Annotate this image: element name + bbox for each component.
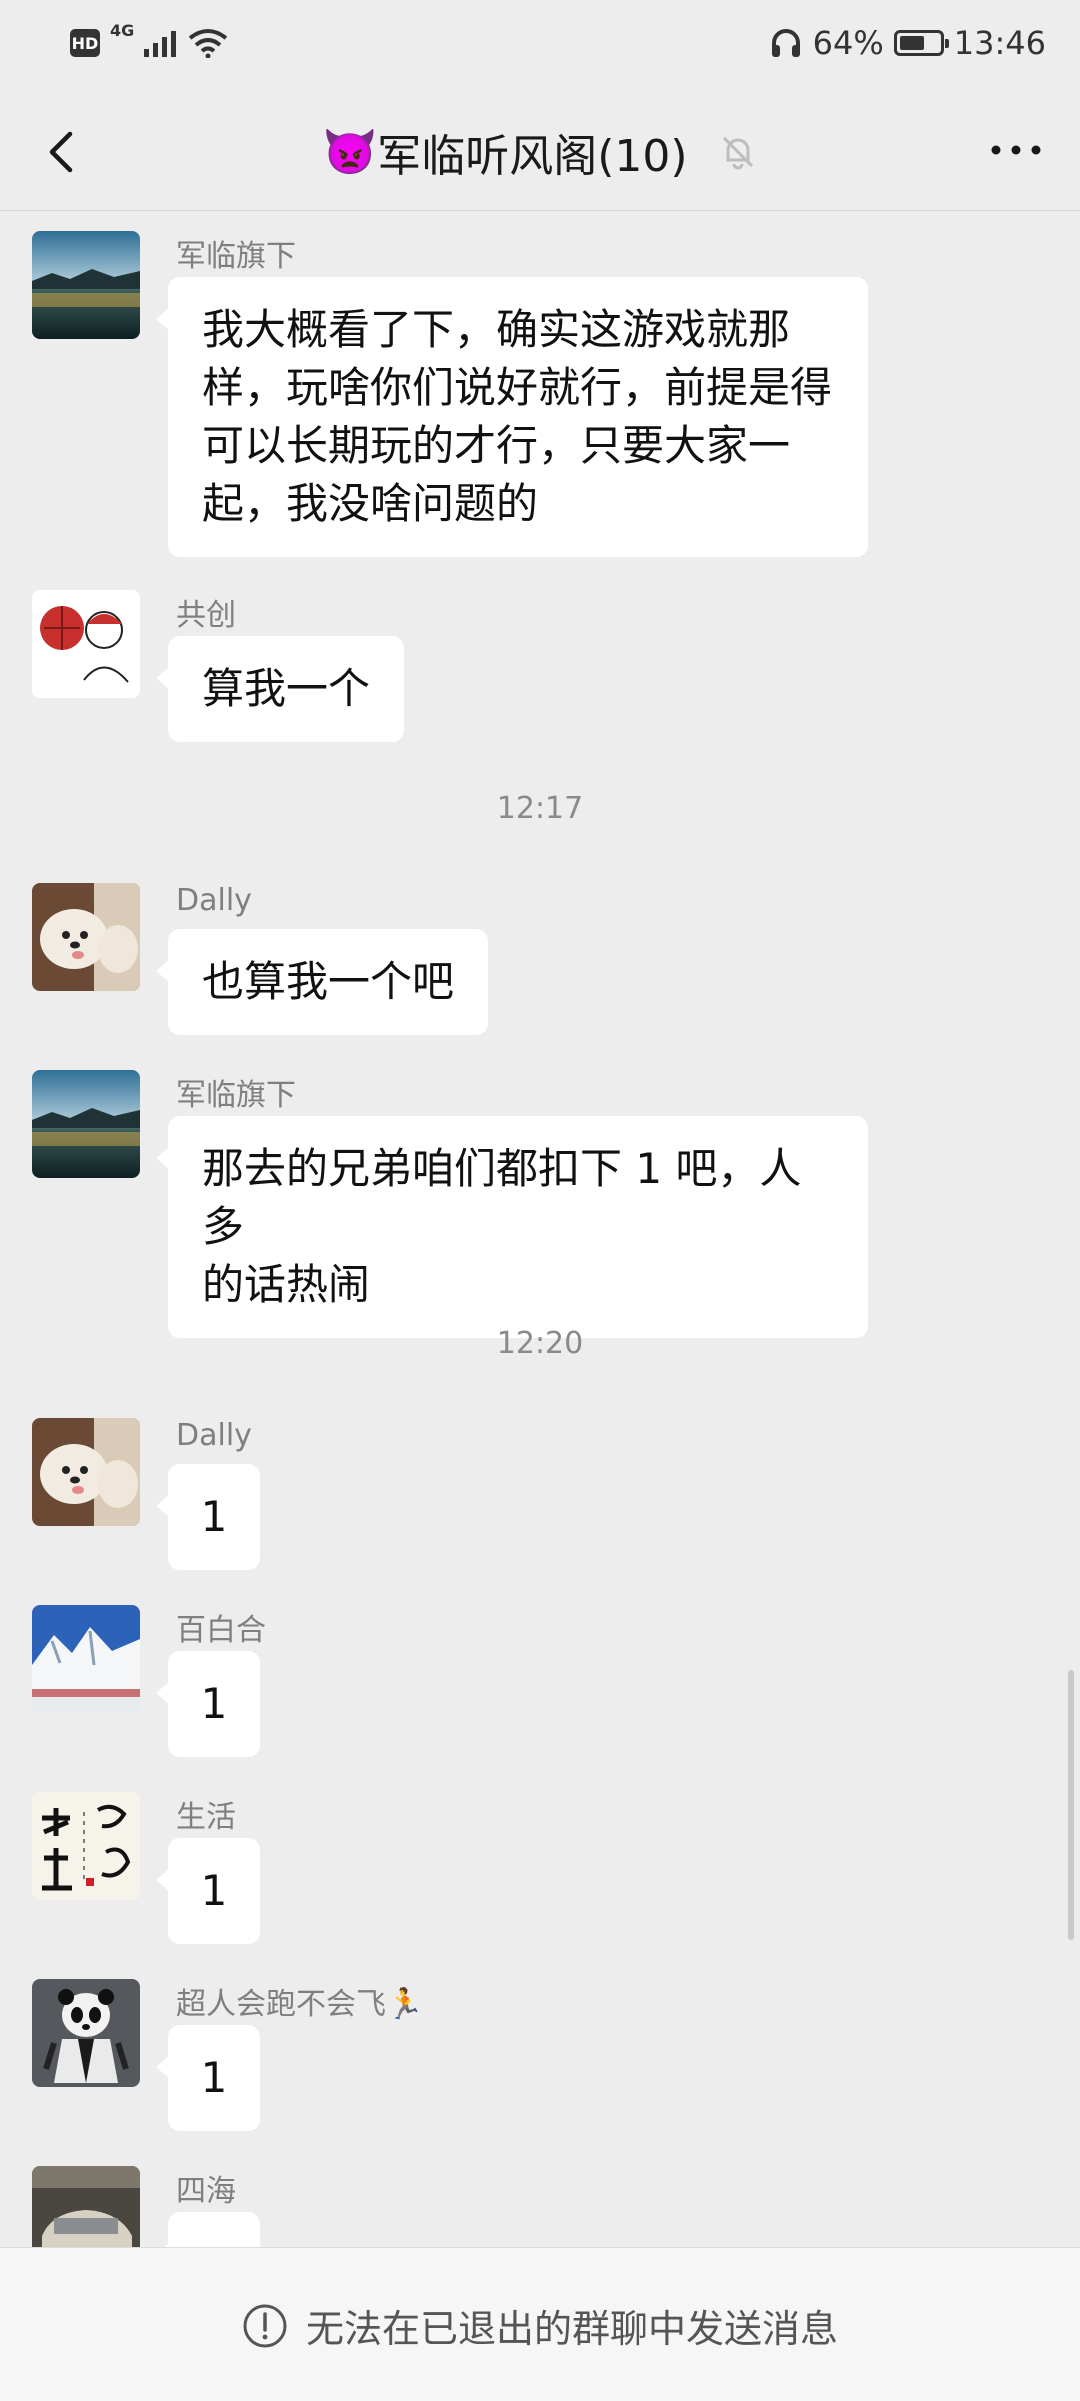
status-left: HD 4G xyxy=(70,23,228,58)
clock: 13:46 xyxy=(953,24,1046,62)
bell-off-icon xyxy=(722,136,753,170)
chat-title: 军临听风阁(10) xyxy=(377,131,688,182)
notice-text: 无法在已退出的群聊中发送消息 xyxy=(305,2307,838,2351)
timestamp: 12:20 xyxy=(496,1326,584,1361)
sender-name: 军临旗下 xyxy=(176,239,296,274)
message-bubble[interactable]: 1 xyxy=(156,2025,260,2131)
message-line: 1 xyxy=(200,1866,228,1915)
avatar[interactable] xyxy=(32,2166,140,2247)
avatar[interactable] xyxy=(32,231,140,339)
sender-name: 百白合 xyxy=(176,1613,266,1648)
message-line: 1 xyxy=(200,1492,228,1541)
avatar[interactable] xyxy=(32,1418,140,1526)
message-line: 那去的兄弟咱们都扣下 1 吧，人多 xyxy=(202,1144,802,1251)
timestamp: 12:17 xyxy=(496,791,584,826)
message-line: 可以长期玩的才行，只要大家一 xyxy=(202,421,791,470)
sender-name: 超人会跑不会飞🏃 xyxy=(176,1987,424,2022)
sender-name: Dally xyxy=(176,883,252,918)
status-right: 64% 13:46 xyxy=(769,24,1046,62)
avatar[interactable] xyxy=(32,590,140,698)
chat-title-area[interactable]: 👿军临听风阁(10) xyxy=(0,120,1080,184)
message-line: 的话热闹 xyxy=(202,1260,371,1309)
sender-name: Dally xyxy=(176,1418,252,1453)
exclamation-circle-icon xyxy=(243,2304,287,2347)
avatar[interactable] xyxy=(32,1792,140,1900)
message-line: 1 xyxy=(200,2053,228,2102)
wifi-icon xyxy=(189,29,228,58)
message-bubble[interactable]: 我大概看了下，确实这游戏就那 样，玩啥你们说好就行，前提是得 可以长期玩的才行，… xyxy=(156,277,868,557)
hd-badge: HD xyxy=(70,29,100,57)
sender-name: 生活 xyxy=(176,1800,236,1835)
sender-name: 共创 xyxy=(176,598,236,633)
avatar[interactable] xyxy=(32,1979,140,2087)
message-bubble[interactable]: 算我一个 xyxy=(155,636,405,742)
message-bubble[interactable] xyxy=(156,2212,260,2247)
notice: 无法在已退出的群聊中发送消息 xyxy=(0,2298,1080,2353)
sender-name: 四海 xyxy=(176,2174,236,2209)
message-line: 起，我没啥问题的 xyxy=(202,479,539,528)
network-type: 4G xyxy=(110,21,135,40)
more-icon xyxy=(991,145,1041,155)
message-bubble[interactable]: 1 xyxy=(156,1838,260,1944)
message-line: 算我一个 xyxy=(202,664,371,713)
avatar[interactable] xyxy=(32,883,140,991)
message-bubble[interactable]: 1 xyxy=(156,1464,260,1570)
message-line: 1 xyxy=(200,1679,228,1728)
message-line: 样，玩啥你们说好就行，前提是得 xyxy=(202,363,833,412)
avatar[interactable] xyxy=(32,1070,140,1178)
input-disabled-footer: 无法在已退出的群聊中发送消息 xyxy=(0,2247,1080,2401)
message-line: 也算我一个吧 xyxy=(202,957,455,1006)
sender-name: 军临旗下 xyxy=(176,1078,296,1113)
more-button[interactable] xyxy=(986,130,1046,170)
battery-icon xyxy=(893,30,949,56)
headphones-icon xyxy=(771,29,800,57)
battery-percent: 64% xyxy=(812,24,884,62)
message-bubble[interactable]: 那去的兄弟咱们都扣下 1 吧，人多 的话热闹 xyxy=(156,1116,868,1338)
scroll-indicator[interactable] xyxy=(1068,1670,1074,1940)
status-bar: HD 4G 64% 13:46 xyxy=(0,0,1080,96)
avatar[interactable] xyxy=(32,1605,140,1713)
group-emoji: 👿 xyxy=(322,127,378,178)
battery-level xyxy=(899,36,924,50)
message-bubble[interactable]: 也算我一个吧 xyxy=(155,929,489,1035)
message-bubble[interactable]: 1 xyxy=(156,1651,260,1757)
message-line: 我大概看了下，确实这游戏就那 xyxy=(202,305,791,354)
signal-icon xyxy=(144,31,177,57)
chat-header: 👿军临听风阁(10) xyxy=(0,96,1080,208)
message-list[interactable]: 军临旗下 我大概看了下，确实这游戏就那 样，玩啥你们说好就行，前提是得 可以长期… xyxy=(0,211,1080,2247)
